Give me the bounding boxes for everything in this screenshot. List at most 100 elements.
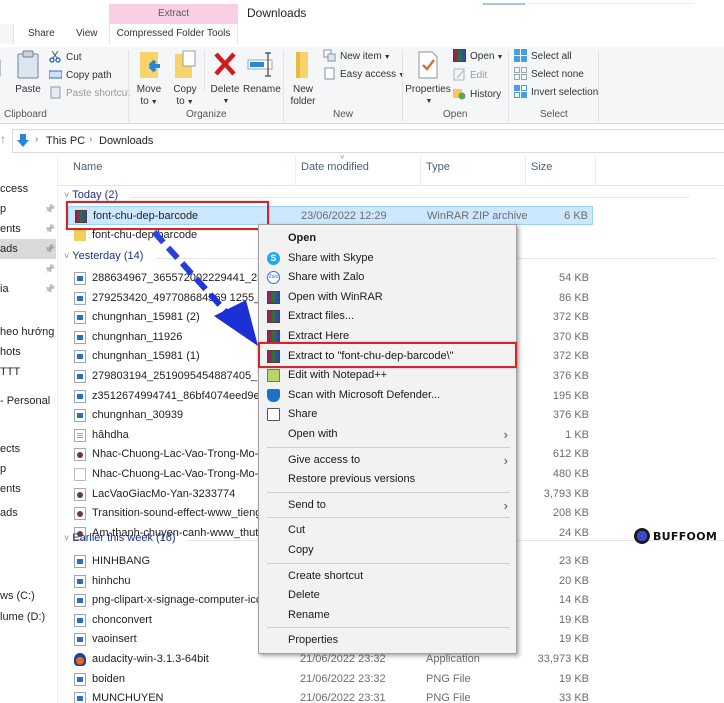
properties-button[interactable]: Properties ▼ bbox=[405, 50, 451, 108]
navigation-pane: ccessp📌ents📌ads📌📌ia📌heo hướng dhotsTTT -… bbox=[0, 155, 58, 703]
menu-item-delete[interactable]: Delete bbox=[261, 586, 514, 605]
up-arrow-icon[interactable]: ↑ bbox=[0, 132, 6, 146]
file-row[interactable]: MUNCHUYEN 21/06/2022 23:31 PNG File 33 KB bbox=[68, 689, 593, 703]
nav-item[interactable]: ccess bbox=[0, 179, 56, 199]
cut-button[interactable]: Cut bbox=[49, 50, 82, 66]
tab-home[interactable]: Home bbox=[0, 24, 14, 44]
breadcrumb-this-pc[interactable]: This PC bbox=[46, 135, 85, 147]
menu-item-give-access-to[interactable]: Give access to › bbox=[261, 451, 514, 470]
move-to-button[interactable]: Move to ▼ bbox=[134, 50, 164, 109]
menu-item-extract-here[interactable]: Extract Here bbox=[261, 327, 514, 346]
nav-item[interactable]: 📌 bbox=[0, 259, 56, 279]
column-header-date[interactable]: Date modified bbox=[301, 161, 369, 173]
address-bar[interactable]: › This PC › Downloads bbox=[12, 129, 724, 153]
menu-item-cut[interactable]: Cut bbox=[261, 521, 514, 540]
nav-item[interactable]: hots bbox=[0, 342, 56, 362]
pin-icon[interactable]: 📌 bbox=[44, 239, 55, 259]
nav-item[interactable]: ia 📌 bbox=[0, 279, 56, 299]
menu-item-open[interactable]: Open bbox=[261, 229, 514, 248]
breadcrumb-downloads[interactable]: Downloads bbox=[99, 135, 153, 147]
menu-item-rename[interactable]: Rename bbox=[261, 606, 514, 625]
nav-item[interactable]: lume (D:) bbox=[0, 607, 56, 627]
paste-button[interactable]: Paste bbox=[14, 50, 42, 96]
pin-icon[interactable]: 📌 bbox=[44, 199, 55, 219]
file-size: 86 KB bbox=[559, 292, 589, 304]
nav-item[interactable]: ects bbox=[0, 439, 56, 459]
history-button[interactable]: History bbox=[453, 87, 501, 103]
file-size: 195 KB bbox=[552, 390, 589, 402]
group-header[interactable]: ˅ Yesterday (14) bbox=[64, 250, 143, 262]
invert-selection-button[interactable]: Invert selection bbox=[514, 84, 598, 101]
copy-to-icon bbox=[172, 50, 198, 80]
file-row[interactable]: boiden 21/06/2022 23:32 PNG File 19 KB bbox=[68, 670, 593, 689]
title-accent bbox=[483, 3, 525, 5]
column-separator[interactable] bbox=[420, 155, 421, 185]
header-divider bbox=[58, 185, 724, 186]
copy-button[interactable] bbox=[0, 50, 6, 80]
menu-item-send-to[interactable]: Send to › bbox=[261, 496, 514, 515]
nav-item[interactable]: p 📌 bbox=[0, 199, 56, 219]
menu-item-scan-with-microsoft-defender[interactable]: Scan with Microsoft Defender... bbox=[261, 386, 514, 405]
menu-item-create-shortcut[interactable]: Create shortcut bbox=[261, 567, 514, 586]
new-item-button[interactable]: New item ▼ bbox=[323, 49, 391, 65]
column-header-name[interactable]: Name bbox=[73, 161, 102, 173]
column-header-size[interactable]: Size bbox=[531, 161, 552, 173]
menu-item-label: Edit with Notepad++ bbox=[288, 369, 388, 382]
nav-item[interactable]: TTT bbox=[0, 362, 56, 382]
menu-item-edit-with-notepad[interactable]: Edit with Notepad++ bbox=[261, 366, 514, 385]
menu-item-restore-previous-versions[interactable]: Restore previous versions bbox=[261, 470, 514, 489]
open-group-label: Open bbox=[443, 109, 468, 120]
history-icon bbox=[453, 87, 466, 100]
copy-to-button[interactable]: Copy to ▼ bbox=[170, 50, 200, 109]
select-all-button[interactable]: Select all bbox=[514, 48, 572, 65]
pin-icon[interactable]: 📌 bbox=[44, 259, 55, 279]
menu-item-properties[interactable]: Properties bbox=[261, 631, 514, 650]
file-name: MUNCHUYEN bbox=[92, 692, 164, 703]
pin-icon[interactable]: 📌 bbox=[44, 279, 55, 299]
file-row[interactable]: font-chu-dep-barcode 23/06/2022 12:29 WinR… bbox=[68, 206, 593, 225]
rename-button[interactable]: Rename bbox=[243, 50, 281, 96]
move-to-label: Move bbox=[136, 84, 162, 95]
copy-path-button[interactable]: Copy path bbox=[48, 68, 112, 84]
nav-item[interactable]: - Personal bbox=[0, 391, 56, 411]
nav-item-label: - Personal bbox=[0, 395, 51, 407]
column-separator[interactable] bbox=[295, 155, 296, 185]
new-folder-button[interactable]: New folder bbox=[288, 50, 318, 108]
paste-shortcut-button[interactable]: Paste shortcut bbox=[49, 86, 130, 102]
chevron-down-icon: ˅ bbox=[64, 533, 70, 543]
nav-item[interactable]: p bbox=[0, 459, 56, 479]
menu-item-share[interactable]: Share bbox=[261, 405, 514, 424]
file-name: font-chu-dep-barcode bbox=[92, 229, 198, 241]
tab-view[interactable]: View bbox=[76, 24, 98, 44]
column-header-type[interactable]: Type bbox=[426, 161, 450, 173]
cut-label: Cut bbox=[66, 52, 82, 63]
nav-item[interactable]: ads 📌 bbox=[0, 239, 56, 259]
group-header[interactable]: ˅ Today (2) bbox=[64, 189, 118, 201]
new-item-label: New item bbox=[340, 51, 382, 62]
column-separator[interactable] bbox=[525, 155, 526, 185]
menu-item-open-with-winrar[interactable]: Open with WinRAR bbox=[261, 288, 514, 307]
menu-item-extract-files[interactable]: Extract files... bbox=[261, 307, 514, 326]
nav-item[interactable]: ws (C:) bbox=[0, 586, 56, 606]
group-header[interactable]: ˅ Earlier this week (16) bbox=[64, 532, 176, 544]
select-none-button[interactable]: Select none bbox=[514, 66, 584, 83]
tab-share[interactable]: Share bbox=[28, 24, 55, 44]
nav-item[interactable]: ents bbox=[0, 479, 56, 499]
menu-item-copy[interactable]: Copy bbox=[261, 541, 514, 560]
nav-item[interactable]: heo hướng d bbox=[0, 322, 56, 342]
menu-item-share-with-skype[interactable]: S Share with Skype bbox=[261, 249, 514, 268]
menu-item-share-with-zalo[interactable]: Zalo Share with Zalo bbox=[261, 268, 514, 287]
delete-button[interactable]: Delete ▼ bbox=[209, 50, 241, 108]
easy-access-button[interactable]: Easy access▼ bbox=[323, 67, 405, 83]
menu-item-extract-to-font-chu-dep-barcode[interactable]: Extract to "font-chu-dep-barcode\" bbox=[261, 347, 514, 366]
edit-button[interactable]: Edit bbox=[453, 68, 487, 84]
new-group-label: New bbox=[333, 109, 354, 120]
file-name: font-chu-dep-barcode bbox=[93, 210, 199, 222]
nav-item[interactable]: ads bbox=[0, 503, 56, 523]
tab-compressed-folder-tools[interactable]: Compressed Folder Tools bbox=[109, 24, 238, 44]
nav-item[interactable]: ents 📌 bbox=[0, 219, 56, 239]
menu-item-open-with[interactable]: Open with › bbox=[261, 425, 514, 444]
pin-icon[interactable]: 📌 bbox=[44, 219, 55, 239]
open-button[interactable]: Open ▼ bbox=[453, 48, 503, 65]
column-separator[interactable] bbox=[595, 155, 596, 185]
